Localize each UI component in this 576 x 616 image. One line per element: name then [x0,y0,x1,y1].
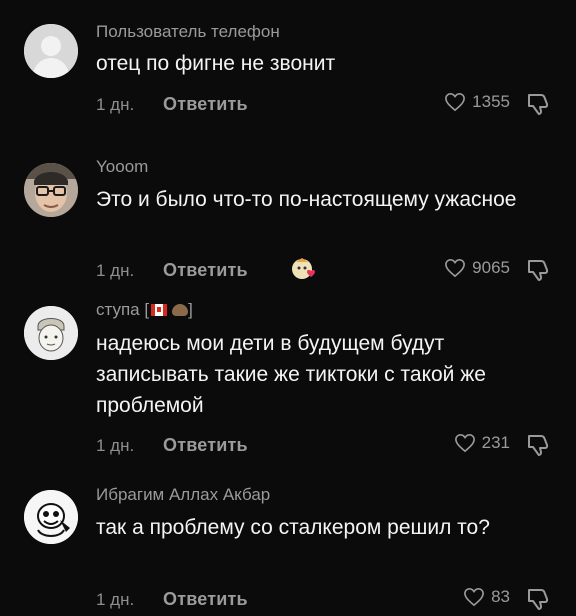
like-count: 83 [491,587,510,606]
thumbs-down-icon[interactable] [524,431,552,459]
like-button[interactable]: 1355 [444,92,510,112]
thumbs-down-icon[interactable] [524,256,552,284]
canada-flag-icon [151,303,168,316]
heart-outline-icon [464,587,484,607]
author-badge-close: ] [188,300,193,319]
heart-outline-icon [445,258,466,278]
comment-text: Это и было что-то по-настоящему ужасное [96,188,517,211]
comment-author[interactable]: Пользователь телефон [96,22,280,42]
comment-author[interactable]: Ибрагим Аллах Акбар [96,485,270,505]
comment-item: Пользователь телефон отец по фигне не зв… [0,0,576,150]
author-badge-open: [ [144,300,150,319]
thumbs-down-icon[interactable] [524,585,552,613]
comment-time: 1 дн. [96,590,135,609]
user-photo-icon [24,163,78,217]
avatar[interactable] [24,306,78,360]
heart-outline-icon [445,92,466,112]
like-count: 231 [481,433,510,452]
like-button[interactable]: 9065 [444,258,510,278]
like-count: 1355 [472,92,510,111]
reply-button[interactable]: Ответить [163,94,248,115]
reply-button[interactable]: Ответить [163,435,248,456]
avatar[interactable] [24,24,78,78]
like-count: 9065 [472,258,510,277]
avatar[interactable] [24,490,78,544]
comment-time: 1 дн. [96,95,135,114]
hedgehog-icon [172,303,189,316]
comment-time: 1 дн. [96,261,135,280]
like-button[interactable]: 231 [454,433,510,453]
reply-button[interactable]: Ответить [163,260,248,281]
comment-text: так а проблему со сталкером решил то? [96,516,490,539]
comment-text: отец по фигне не звонит [96,52,336,75]
drawn-avatar-icon [24,306,78,360]
heart-outline-icon [454,433,475,453]
comment-author[interactable]: Yooom [96,157,148,177]
comment-time: 1 дн. [96,436,135,455]
comment-text: надеюсь мои дети в будущем будут записыв… [96,332,486,417]
sticker-reaction-icon[interactable] [288,254,322,284]
thumbs-down-icon[interactable] [524,90,552,118]
comment-author[interactable]: ступа [] [96,300,193,320]
reply-button[interactable]: Ответить [163,589,248,610]
author-name: ступа [96,300,140,319]
cartoon-avatar-icon [24,490,78,544]
avatar[interactable] [24,163,78,217]
like-button[interactable]: 83 [463,587,510,607]
default-avatar-icon [24,24,78,78]
